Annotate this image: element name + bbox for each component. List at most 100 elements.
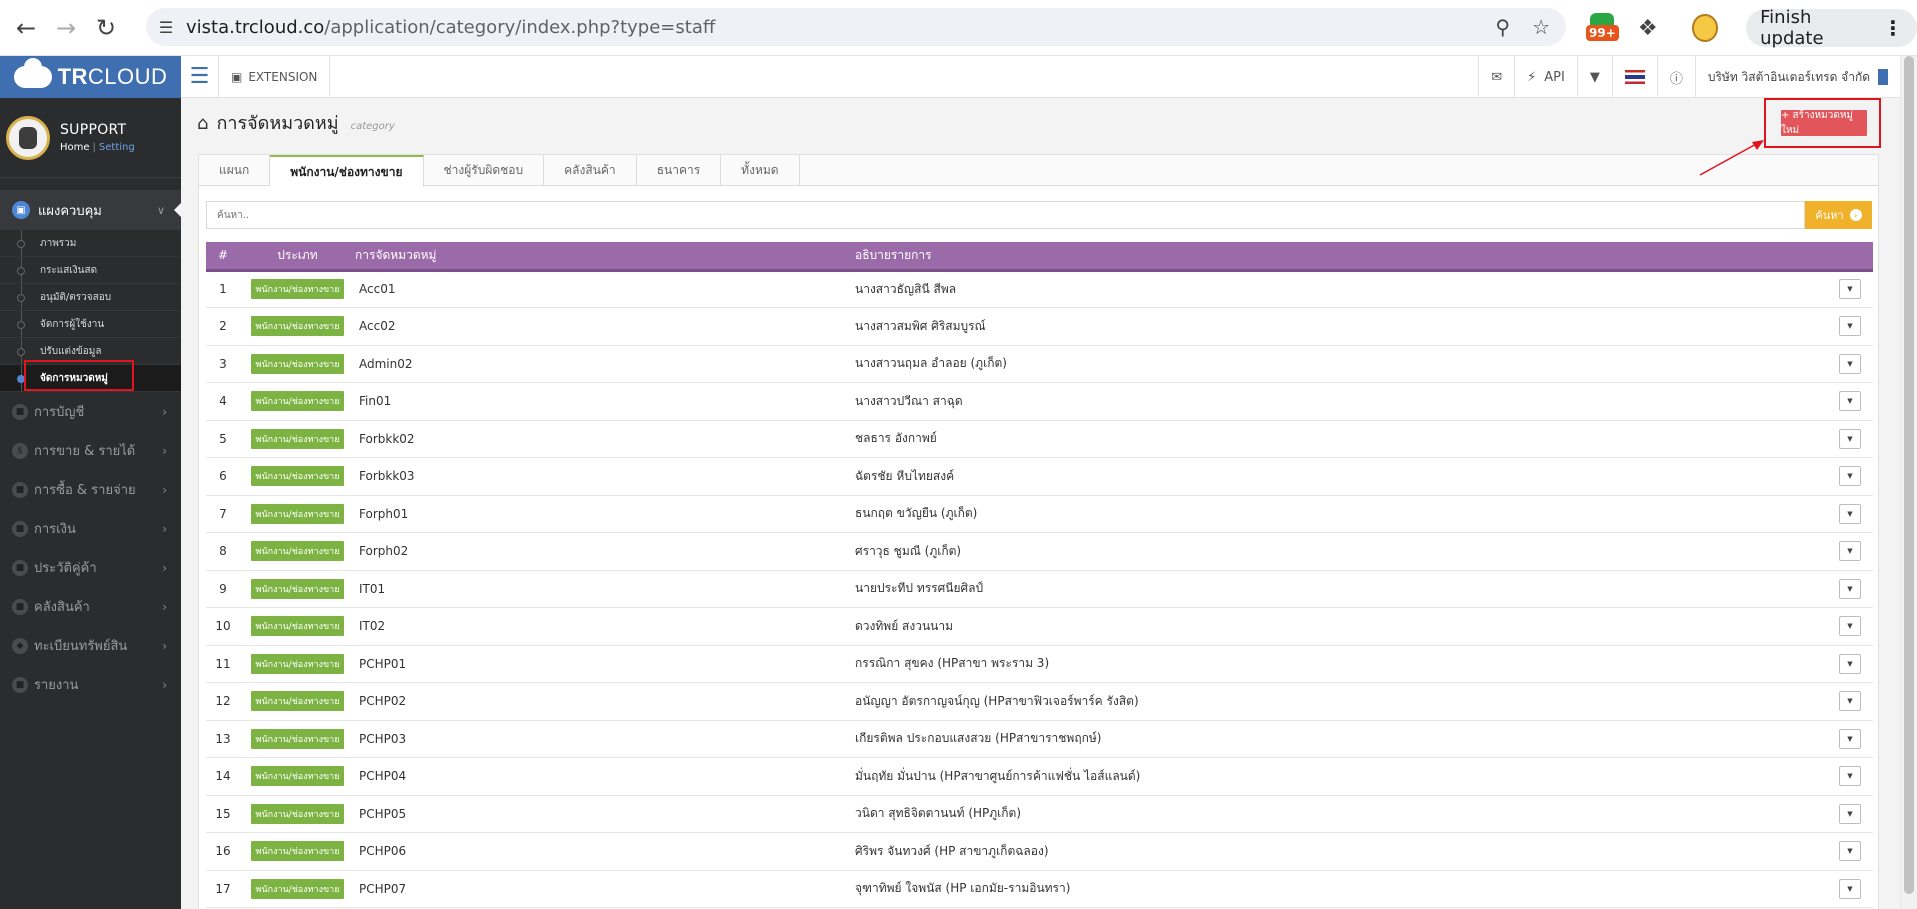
row-dropdown-caret-icon[interactable]: ▼	[1839, 653, 1861, 674]
tab-staff[interactable]: พนักงาน/ช่องทางขาย	[270, 155, 424, 187]
table-row: 6 พนักงาน/ช่องทางขาย Forbkk03 ฉัตรชัย หีบไท…	[206, 457, 1873, 496]
row-category: PCHP07	[355, 870, 855, 908]
row-category: PCHP04	[355, 757, 855, 796]
home-icon[interactable]: ⌂	[197, 113, 208, 134]
sidebar-item-label: ประวัติคู่ค้า	[34, 561, 97, 576]
row-dropdown-caret-icon[interactable]: ▼	[1839, 353, 1861, 374]
extension-badge-icon[interactable]: 99+	[1586, 11, 1619, 45]
row-category: Acc02	[355, 307, 855, 346]
zoom-icon[interactable]: ⚲	[1495, 15, 1510, 39]
help-icon[interactable]: ⓘ	[1656, 56, 1695, 98]
forward-icon[interactable]: →	[46, 8, 86, 48]
type-badge: พนักงาน/ช่องทางขาย	[250, 728, 345, 749]
chevron-right-icon: ›	[162, 482, 167, 497]
page-scrollbar[interactable]	[1900, 56, 1917, 909]
row-dropdown-caret-icon[interactable]: ▼	[1839, 391, 1861, 412]
user-block: SUPPORT Home | Setting	[0, 98, 181, 178]
book-icon: ■	[12, 403, 28, 420]
row-dropdown-caret-icon[interactable]: ▼	[1839, 766, 1861, 787]
back-icon[interactable]: ←	[6, 8, 46, 48]
row-dropdown-caret-icon[interactable]: ▼	[1839, 803, 1861, 824]
sidebar-item-accounting[interactable]: ■ การบัญชี ›	[0, 392, 181, 431]
sidebar-item-cashflow[interactable]: กระแสเงินสด	[0, 257, 181, 284]
reload-icon[interactable]: ↻	[86, 8, 126, 48]
bookmark-star-icon[interactable]: ☆	[1532, 15, 1550, 39]
row-dropdown-caret-icon[interactable]: ▼	[1839, 279, 1861, 300]
row-number: 10	[206, 607, 240, 646]
mail-icon[interactable]: ✉	[1478, 56, 1514, 98]
row-type: พนักงาน/ช่องทางขาย	[240, 307, 355, 346]
row-number: 4	[206, 382, 240, 421]
extension-button[interactable]: ▣ EXTENSION	[219, 55, 331, 98]
bullet-icon	[17, 240, 25, 248]
setting-link[interactable]: Setting	[99, 142, 135, 153]
diamond-icon: ◆	[12, 637, 28, 654]
row-dropdown-caret-icon[interactable]: ▼	[1839, 841, 1861, 862]
create-category-button[interactable]: + สร้างหมวดหมู่ใหม่	[1781, 110, 1867, 136]
home-link[interactable]: Home	[60, 142, 90, 153]
extensions-puzzle-icon[interactable]: ❖	[1638, 16, 1658, 41]
highlight-box	[24, 360, 134, 391]
row-dropdown-caret-icon[interactable]: ▼	[1839, 428, 1861, 449]
url-text[interactable]: vista.trcloud.co/application/category/in…	[186, 17, 715, 38]
row-dropdown-caret-icon[interactable]: ▼	[1839, 878, 1861, 899]
row-action: ▼	[1833, 720, 1873, 758]
hamburger-menu-icon[interactable]: ☰	[181, 55, 219, 98]
sidebar-item-reports[interactable]: ■ รายงาน ›	[0, 665, 181, 704]
row-action: ▼	[1833, 832, 1873, 871]
tab-warehouse[interactable]: คลังสินค้า	[544, 155, 637, 186]
row-action: ▼	[1833, 495, 1873, 533]
sidebar-item-users[interactable]: จัดการผู้ใช้งาน	[0, 311, 181, 338]
row-action: ▼	[1833, 757, 1873, 796]
row-dropdown-caret-icon[interactable]: ▼	[1839, 503, 1861, 524]
tab-technician[interactable]: ช่างผู้รับผิดชอบ	[424, 155, 545, 186]
sidebar-item-contacts[interactable]: ■ ประวัติคู่ค้า ›	[0, 548, 181, 587]
row-dropdown-caret-icon[interactable]: ▼	[1839, 728, 1861, 749]
search-button[interactable]: ค้นหา ›	[1805, 201, 1872, 229]
row-category: IT02	[355, 607, 855, 646]
dollar-icon: $	[12, 442, 28, 459]
row-dropdown-caret-icon[interactable]: ▼	[1839, 541, 1861, 562]
sidebar-item-label: การซื้อ & รายจ่าย	[34, 483, 136, 498]
row-dropdown-caret-icon[interactable]: ▼	[1839, 616, 1861, 637]
sidebar-section-label: แผงควบคุม	[38, 203, 102, 219]
tab-all[interactable]: ทั้งหมด	[721, 155, 800, 186]
caret-down-icon[interactable]: ▼	[1576, 56, 1612, 98]
row-type: พนักงาน/ช่องทางขาย	[240, 720, 355, 758]
row-dropdown-caret-icon[interactable]: ▼	[1839, 466, 1861, 487]
sidebar-item-inventory[interactable]: ■ คลังสินค้า ›	[0, 587, 181, 626]
row-description: ศิริพร จันทวงศ์ (HP สาขาภูเก็ตฉลอง)	[855, 832, 1833, 871]
finish-update-button[interactable]: Finish update ⋮	[1746, 7, 1917, 49]
row-dropdown-caret-icon[interactable]: ▼	[1839, 691, 1861, 712]
page-header: ⌂ การจัดหมวดหมู่ category	[197, 108, 395, 137]
company-selector[interactable]: บริษัท วิสต้าอินเตอร์เทรด จำกัด	[1694, 56, 1900, 98]
sidebar-item-assets[interactable]: ◆ ทะเบียนทรัพย์สิน ›	[0, 626, 181, 665]
chevron-right-icon: ›	[162, 404, 167, 419]
address-bar[interactable]: ☰ vista.trcloud.co/application/category/…	[146, 8, 1566, 46]
profile-avatar[interactable]	[1691, 14, 1719, 42]
sidebar-item-finance[interactable]: ■ การเงิน ›	[0, 509, 181, 548]
brand-logo[interactable]: TR CLOUD	[0, 56, 181, 98]
tab-department[interactable]: แผนก	[199, 155, 271, 186]
sidebar-section-control-panel[interactable]: ▣ แผงควบคุม ∨	[0, 190, 182, 230]
sidebar-item-approval[interactable]: อนุมัติ/ตรวจสอบ	[0, 284, 181, 311]
tab-bank[interactable]: ธนาคาร	[637, 155, 722, 186]
type-badge: พนักงาน/ช่องทางขาย	[250, 803, 345, 824]
table-row: 10 พนักงาน/ช่องทางขาย IT02 ดวงทิพย์ สงวนนาม…	[206, 607, 1873, 646]
row-dropdown-caret-icon[interactable]: ▼	[1839, 316, 1861, 337]
scrollbar-thumb[interactable]	[1904, 56, 1914, 894]
sidebar-item-overview[interactable]: ภาพรวม	[0, 230, 181, 257]
row-number: 16	[206, 832, 240, 871]
language-flag[interactable]	[1611, 56, 1657, 98]
row-dropdown-caret-icon[interactable]: ▼	[1839, 578, 1861, 599]
bullet-icon	[17, 321, 25, 329]
search-input[interactable]	[206, 201, 1805, 229]
sidebar-item-purchases[interactable]: ■ การซื้อ & รายจ่าย ›	[0, 470, 181, 509]
site-info-icon[interactable]: ☰	[146, 18, 186, 37]
sidebar: TR CLOUD SUPPORT Home | Setting ▣ แผงควบคุม…	[0, 56, 182, 909]
cloud-icon	[13, 58, 52, 88]
api-button[interactable]: ⚡ API	[1514, 56, 1577, 98]
sidebar-item-categories[interactable]: จัดการหมวดหมู่	[0, 360, 181, 392]
sidebar-item-label: ปรับแต่งข้อมูล	[40, 345, 102, 357]
sidebar-item-sales[interactable]: $ การขาย & รายได้ ›	[0, 431, 181, 470]
